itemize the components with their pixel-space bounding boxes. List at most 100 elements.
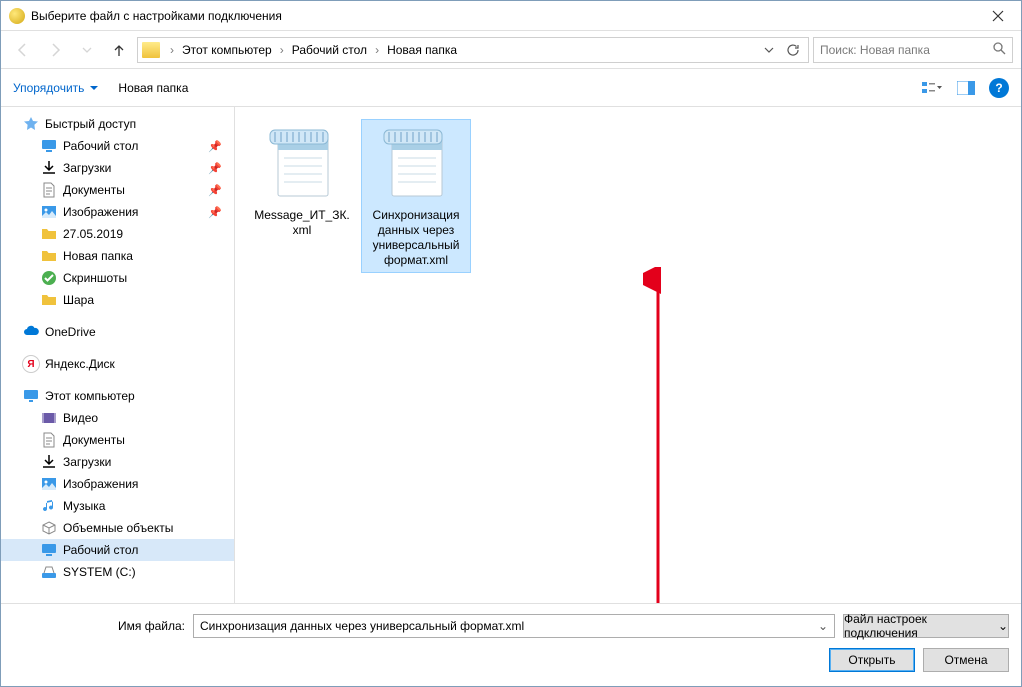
chevron-down-icon: [82, 45, 92, 55]
search-input[interactable]: Поиск: Новая папка: [813, 37, 1013, 63]
cloud-icon: [23, 324, 39, 340]
folder-icon: [41, 248, 57, 264]
filename-combo[interactable]: Синхронизация данных через универсальный…: [193, 614, 835, 638]
chevron-down-icon: ⌄: [998, 619, 1008, 633]
address-dropdown[interactable]: [758, 39, 780, 61]
sidebar-label: Шара: [63, 293, 94, 307]
sidebar-item-desktop1[interactable]: Рабочий стол 📌: [1, 135, 234, 157]
sidebar-item-downloads2[interactable]: Загрузки: [1, 451, 234, 473]
search-placeholder: Поиск: Новая папка: [820, 43, 930, 57]
sidebar-label: OneDrive: [45, 325, 96, 339]
back-button[interactable]: [9, 38, 37, 62]
close-button[interactable]: [975, 1, 1021, 31]
open-button[interactable]: Открыть: [829, 648, 915, 672]
dropdown-icon: [90, 84, 98, 92]
video-icon: [41, 410, 57, 426]
help-button[interactable]: ?: [989, 78, 1009, 98]
annotation-arrow: [643, 267, 673, 604]
folder-icon: [41, 292, 57, 308]
sidebar-label: Рабочий стол: [63, 139, 138, 153]
pin-icon: 📌: [208, 162, 222, 175]
preview-pane-icon: [957, 81, 975, 95]
window-title: Выберите файл с настройками подключения: [31, 9, 975, 23]
organize-button[interactable]: Упорядочить: [13, 81, 98, 95]
file-item[interactable]: Синхронизация данных через универсальный…: [361, 119, 471, 273]
sidebar-label: Музыка: [63, 499, 105, 513]
desktop-icon: [41, 138, 57, 154]
breadcrumb-0[interactable]: Этот компьютер: [178, 41, 276, 59]
sidebar-label: Скриншоты: [63, 271, 127, 285]
sidebar-item-thispc[interactable]: Этот компьютер: [1, 385, 234, 407]
pin-icon: 📌: [208, 140, 222, 153]
close-icon: [992, 10, 1004, 22]
sidebar-item-shara[interactable]: Шара: [1, 289, 234, 311]
sidebar-label: Яндекс.Диск: [45, 357, 115, 371]
pics-icon: [41, 204, 57, 220]
music-icon: [41, 498, 57, 514]
view-menu-button[interactable]: [921, 77, 943, 99]
recent-dropdown[interactable]: [73, 38, 101, 62]
sidebar-item-docs1[interactable]: Документы📌: [1, 179, 234, 201]
breadcrumb-2[interactable]: Новая папка: [383, 41, 461, 59]
check-icon: [41, 270, 57, 286]
sidebar-item-pics1[interactable]: Изображения 📌: [1, 201, 234, 223]
pc-icon: [23, 388, 39, 404]
refresh-button[interactable]: [782, 39, 804, 61]
sidebar-item-yandex[interactable]: ЯЯндекс.Диск: [1, 353, 234, 375]
file-pane: Message_ИТ_ЗК.xml Синхронизация данных ч…: [235, 107, 1021, 603]
app-icon: [9, 8, 25, 24]
filetype-combo[interactable]: Файл настроек подключения ⌄: [843, 614, 1009, 638]
sidebar-item-docs2[interactable]: Документы: [1, 429, 234, 451]
chevron-down-icon: [764, 45, 774, 55]
sidebar-label: Загрузки: [63, 161, 111, 175]
sidebar-item-pics2[interactable]: Изображения: [1, 473, 234, 495]
sidebar-label: Документы: [63, 433, 125, 447]
chevron-down-icon: ⌄: [818, 619, 828, 633]
sidebar-item-downloads1[interactable]: Загрузки 📌: [1, 157, 234, 179]
pin-icon: 📌: [208, 206, 222, 219]
cancel-button[interactable]: Отмена: [923, 648, 1009, 672]
up-arrow-icon: [111, 42, 127, 58]
file-item[interactable]: Message_ИТ_ЗК.xml: [247, 119, 357, 243]
sidebar-item-desktop2[interactable]: Рабочий стол: [1, 539, 234, 561]
sidebar-label: Видео: [63, 411, 98, 425]
forward-button[interactable]: [41, 38, 69, 62]
refresh-icon: [786, 43, 800, 57]
up-button[interactable]: [105, 38, 133, 62]
xml-file-icon: [376, 124, 456, 204]
filename-value: Синхронизация данных через универсальный…: [200, 619, 524, 633]
sidebar-item-video[interactable]: Видео: [1, 407, 234, 429]
sidebar-item-sysc[interactable]: SYSTEM (C:): [1, 561, 234, 583]
search-icon: [992, 41, 1006, 58]
preview-pane-button[interactable]: [955, 77, 977, 99]
file-name: Message_ИТ_ЗК.xml: [252, 208, 352, 238]
file-name: Синхронизация данных через универсальный…: [366, 208, 466, 268]
chevron-right-icon: ›: [166, 43, 178, 57]
star-icon: [23, 116, 39, 132]
sidebar-label: Объемные объекты: [63, 521, 173, 535]
sidebar-item-vol[interactable]: Объемные объекты: [1, 517, 234, 539]
address-bar[interactable]: › Этот компьютер › Рабочий стол › Новая …: [137, 37, 809, 63]
chevron-right-icon: ›: [276, 43, 288, 57]
sidebar-item-date[interactable]: 27.05.2019: [1, 223, 234, 245]
sidebar-item-quick[interactable]: Быстрый доступ: [1, 113, 234, 135]
breadcrumb-1[interactable]: Рабочий стол: [288, 41, 371, 59]
desktop-icon: [41, 542, 57, 558]
folder-icon: [142, 42, 160, 58]
sidebar-item-newf[interactable]: Новая папка: [1, 245, 234, 267]
pics-icon: [41, 476, 57, 492]
sidebar-label: 27.05.2019: [63, 227, 123, 241]
docs-icon: [41, 182, 57, 198]
sidebar-item-music[interactable]: Музыка: [1, 495, 234, 517]
sidebar-label: Рабочий стол: [63, 543, 138, 557]
sidebar-label: Новая папка: [63, 249, 133, 263]
new-folder-button[interactable]: Новая папка: [118, 81, 188, 95]
sidebar-label: SYSTEM (C:): [63, 565, 136, 579]
sidebar-label: Изображения: [63, 205, 138, 219]
forward-arrow-icon: [47, 42, 63, 58]
sidebar-item-shots[interactable]: Скриншоты: [1, 267, 234, 289]
sidebar-label: Загрузки: [63, 455, 111, 469]
help-icon: ?: [995, 81, 1002, 95]
docs-icon: [41, 432, 57, 448]
sidebar-item-onedrive[interactable]: OneDrive: [1, 321, 234, 343]
